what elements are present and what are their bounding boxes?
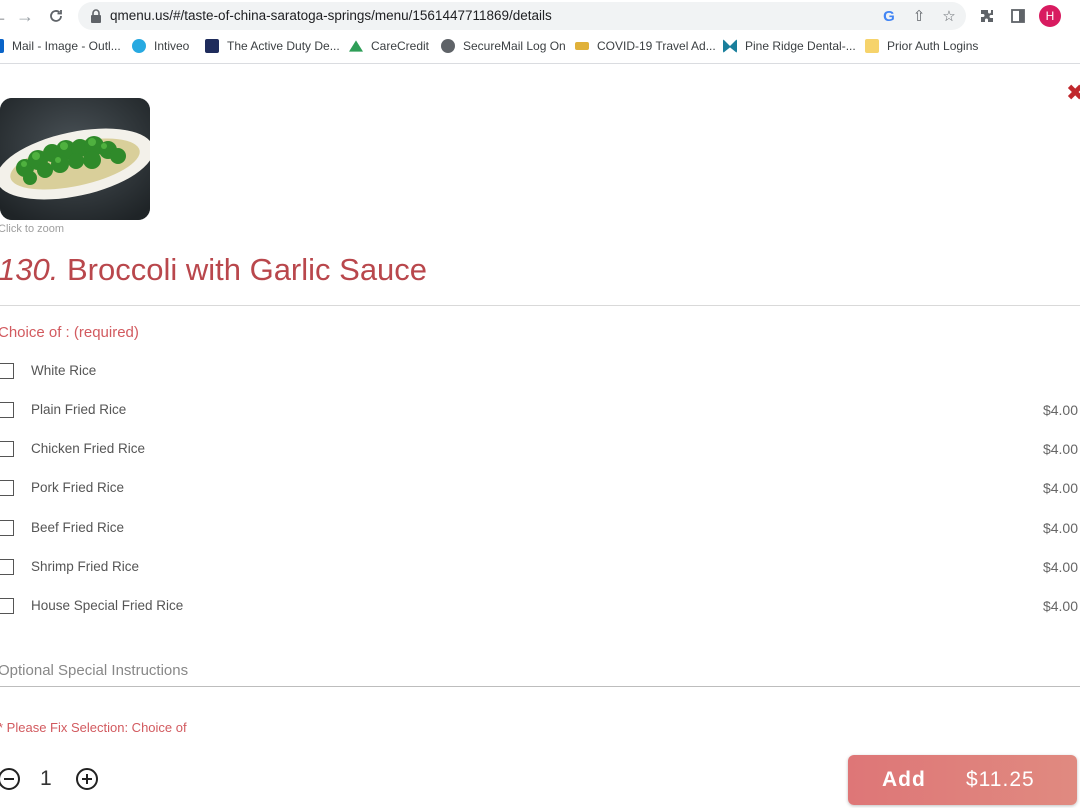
side-panel-icon[interactable] — [1009, 7, 1027, 25]
option-row[interactable]: Beef Fried Rice $4.00 — [0, 518, 1080, 540]
url-text: qmenu.us/#/taste-of-china-saratoga-sprin… — [110, 8, 552, 23]
bookmark-label: CareCredit — [371, 39, 430, 53]
bookmark-label: Pine Ridge Dental-... — [745, 39, 856, 53]
option-price: $4.00 — [1042, 598, 1078, 614]
globe-icon — [441, 39, 455, 53]
option-row[interactable]: House Special Fried Rice $4.00 — [0, 596, 1080, 618]
back-icon[interactable]: ← — [0, 5, 10, 27]
profile-avatar[interactable]: H — [1039, 5, 1061, 27]
add-button-label: Add — [882, 768, 926, 791]
bookmarks-bar: Mail - Image - Outl... Intiveo The Activ… — [0, 34, 1080, 58]
reload-icon[interactable] — [45, 5, 67, 27]
outlook-icon — [0, 39, 4, 53]
option-checkbox[interactable] — [0, 363, 14, 379]
option-checkbox[interactable] — [0, 441, 14, 457]
option-row[interactable]: Shrimp Fried Rice $4.00 — [0, 557, 1080, 579]
decrease-quantity-button[interactable] — [0, 768, 20, 790]
extensions-icon[interactable] — [978, 7, 996, 25]
bookmark-label: Intiveo — [154, 39, 190, 53]
bookmark-item[interactable]: CareCredit — [349, 37, 429, 55]
option-price: $4.00 — [1042, 559, 1078, 575]
option-label: Shrimp Fried Rice — [31, 559, 140, 574]
bookmark-label: The Active Duty De... — [227, 39, 340, 53]
zoom-hint: Click to zoom — [0, 223, 65, 235]
lock-icon — [90, 9, 102, 23]
bookmark-item[interactable]: Prior Auth Logins — [865, 37, 978, 55]
folder-icon — [865, 39, 879, 53]
option-row[interactable]: White Rice — [0, 361, 1080, 383]
pine-ridge-icon — [723, 39, 737, 53]
bookmark-label: Mail - Image - Outl... — [12, 39, 121, 53]
dish-photo[interactable] — [0, 98, 150, 220]
active-duty-icon — [205, 39, 219, 53]
option-row[interactable]: Pork Fried Rice $4.00 — [0, 478, 1080, 500]
intiveo-icon — [132, 39, 146, 53]
add-button-total: $11.25 — [966, 768, 1035, 791]
dish-name: Broccoli with Garlic Sauce — [66, 252, 428, 287]
option-row[interactable]: Chicken Fried Rice $4.00 — [0, 439, 1080, 461]
instructions-underline — [0, 686, 1080, 687]
bookmark-item[interactable]: The Active Duty De... — [205, 37, 340, 55]
option-price: $4.00 — [1042, 520, 1078, 536]
option-checkbox[interactable] — [0, 480, 14, 496]
bookmark-item[interactable]: COVID-19 Travel Ad... — [575, 37, 716, 55]
bookmark-item[interactable]: Intiveo — [132, 37, 189, 55]
option-price: $4.00 — [1042, 441, 1078, 457]
dish-number: 130. — [0, 252, 59, 287]
option-label: House Special Fried Rice — [31, 598, 184, 613]
add-to-cart-button[interactable]: Add $11.25 — [848, 755, 1077, 805]
share-icon[interactable]: ⇧ — [910, 7, 928, 25]
carecredit-icon — [349, 40, 363, 52]
quantity-value: 1 — [40, 767, 52, 790]
bookmark-label: COVID-19 Travel Ad... — [597, 39, 716, 53]
option-label: White Rice — [31, 363, 97, 378]
validation-message: * Please Fix Selection: Choice of — [0, 720, 187, 735]
option-checkbox[interactable] — [0, 520, 14, 536]
bookmark-item[interactable]: SecureMail Log On — [441, 37, 566, 55]
option-price: $4.00 — [1042, 480, 1078, 496]
plane-icon — [575, 42, 589, 50]
bookmark-item[interactable]: Mail - Image - Outl... — [0, 37, 121, 55]
option-checkbox[interactable] — [0, 598, 14, 614]
bookmark-label: Prior Auth Logins — [887, 39, 979, 53]
close-icon[interactable]: ✖ — [1066, 80, 1080, 106]
option-checkbox[interactable] — [0, 559, 14, 575]
option-price: $4.00 — [1042, 402, 1078, 418]
option-label: Chicken Fried Rice — [31, 441, 146, 456]
option-row[interactable]: Plain Fried Rice $4.00 — [0, 400, 1080, 422]
bookmark-label: SecureMail Log On — [463, 39, 566, 53]
google-icon[interactable]: G — [880, 7, 898, 25]
bookmark-item[interactable]: Pine Ridge Dental-... — [723, 37, 856, 55]
choice-heading: Choice of : (required) — [0, 324, 139, 341]
dish-title: 130. Broccoli with Garlic Sauce — [0, 252, 427, 288]
forward-icon[interactable]: → — [14, 5, 36, 27]
chrome-divider — [0, 63, 1080, 64]
browser-toolbar: ← → qmenu.us/#/taste-of-china-saratoga-s… — [0, 0, 1080, 32]
star-icon[interactable]: ☆ — [940, 7, 958, 25]
divider — [0, 305, 1080, 306]
option-label: Pork Fried Rice — [31, 480, 125, 495]
address-bar[interactable]: qmenu.us/#/taste-of-china-saratoga-sprin… — [78, 2, 966, 30]
option-label: Plain Fried Rice — [31, 402, 127, 417]
option-label: Beef Fried Rice — [31, 520, 125, 535]
option-checkbox[interactable] — [0, 402, 14, 418]
special-instructions-input[interactable]: Optional Special Instructions — [0, 662, 188, 679]
increase-quantity-button[interactable] — [76, 768, 98, 790]
